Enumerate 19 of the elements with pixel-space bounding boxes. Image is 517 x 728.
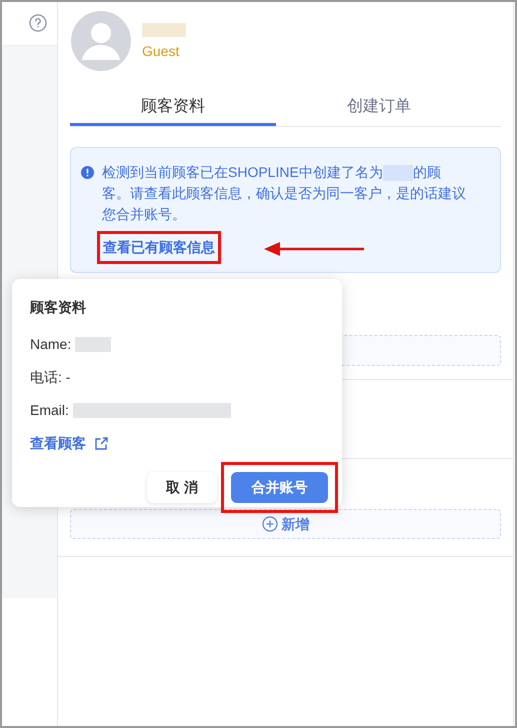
field-label: 电话: - bbox=[30, 368, 70, 386]
popover-title: 顾客资料 bbox=[30, 298, 87, 317]
view-customer-link[interactable]: 查看已有顾客信息 bbox=[103, 237, 215, 258]
field-label: Email: bbox=[30, 400, 69, 420]
plus-circle-icon bbox=[262, 516, 278, 532]
guest-label: Guest bbox=[142, 42, 180, 60]
cancel-button[interactable]: 取 消 bbox=[147, 472, 217, 503]
merge-button[interactable]: 合并账号 bbox=[231, 472, 328, 503]
help-icon[interactable] bbox=[29, 14, 47, 32]
avatar bbox=[70, 10, 132, 72]
tab[interactable]: 创建订单 bbox=[276, 90, 482, 126]
field-label: Name: bbox=[30, 334, 72, 354]
view-customer-link[interactable]: 查看顾客 bbox=[30, 433, 109, 454]
redacted-block bbox=[142, 22, 186, 36]
info-icon bbox=[81, 166, 94, 179]
tab[interactable]: 顾客资料 bbox=[70, 90, 276, 126]
alert-message: 检测到当前顾客已在SHOPLINE中创建了名为 的顾客。请查看此顾客信息，确认是否为同一客户，是的话建议您合并账号。 bbox=[102, 163, 467, 224]
add-button[interactable]: 新增 bbox=[70, 509, 501, 539]
external-link-icon bbox=[94, 436, 109, 451]
